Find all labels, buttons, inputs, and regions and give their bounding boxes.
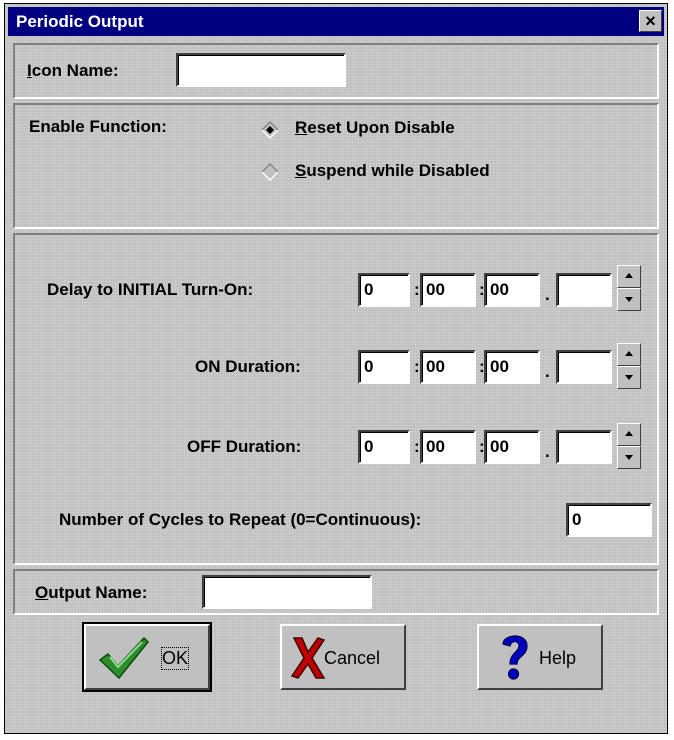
cycles-label: Number of Cycles to Repeat (0=Continuous… [59, 510, 422, 529]
off-duration-label: OFF Duration: [187, 437, 302, 456]
delay-hours-input[interactable]: 0 [358, 273, 410, 307]
timers-panel: Delay to INITIAL Turn-On: 0 : 00 : 00 . … [13, 233, 659, 565]
on-minutes-input[interactable]: 00 [420, 350, 476, 384]
spin-up-button[interactable] [617, 343, 641, 366]
spin-up-button[interactable] [617, 423, 641, 446]
off-duration-spinner[interactable] [617, 423, 641, 469]
delay-spinner[interactable] [617, 265, 641, 311]
spin-up-button[interactable] [617, 265, 641, 288]
dialog-window: Periodic Output × Icon Name: Enable Func… [4, 3, 668, 734]
off-minutes-input[interactable]: 00 [420, 430, 476, 464]
check-icon [98, 636, 150, 680]
cycles-input[interactable]: 0 [566, 503, 652, 537]
radio-suspend-while-disabled[interactable] [261, 163, 279, 181]
arrow-up-icon [625, 351, 633, 356]
radio-reset-upon-disable[interactable] [261, 121, 279, 139]
ok-label: OK [160, 647, 190, 670]
question-mark-icon [502, 635, 528, 680]
icon-name-label: Icon Name: [27, 61, 119, 80]
dot-separator: . [545, 362, 550, 381]
arrow-down-icon [625, 375, 633, 380]
suspend-while-disabled-label[interactable]: Suspend while Disabled [295, 161, 490, 181]
delay-initial-label: Delay to INITIAL Turn-On: [47, 280, 254, 299]
output-name-label: Output Name: [35, 583, 148, 602]
delay-fraction-input[interactable] [556, 273, 612, 307]
off-fraction-input[interactable] [556, 430, 612, 464]
on-duration-spinner[interactable] [617, 343, 641, 389]
ok-button[interactable]: OK [82, 622, 212, 692]
colon-separator: : [414, 357, 420, 376]
output-name-panel: Output Name: [13, 569, 659, 615]
delay-minutes-input[interactable]: 00 [420, 273, 476, 307]
arrow-down-icon [625, 455, 633, 460]
x-mark-icon [290, 637, 326, 679]
window-title: Periodic Output [16, 12, 144, 31]
on-duration-label: ON Duration: [195, 357, 301, 376]
icon-name-input[interactable] [176, 53, 346, 87]
enable-function-panel: Enable Function: Reset Upon Disable Susp… [13, 103, 659, 229]
help-label: Help [539, 648, 577, 668]
help-button[interactable]: Help [477, 624, 603, 690]
off-hours-input[interactable]: 0 [358, 430, 410, 464]
output-name-input[interactable] [202, 575, 372, 609]
close-button[interactable]: × [639, 10, 662, 32]
arrow-up-icon [625, 431, 633, 436]
dot-separator: . [545, 442, 550, 461]
on-fraction-input[interactable] [556, 350, 612, 384]
icon-name-panel: Icon Name: [13, 43, 659, 99]
enable-function-label: Enable Function: [29, 117, 167, 136]
dot-separator: . [545, 285, 550, 304]
spin-down-button[interactable] [617, 366, 641, 389]
spin-down-button[interactable] [617, 288, 641, 311]
colon-separator: : [414, 280, 420, 299]
cancel-label: Cancel [324, 648, 381, 668]
delay-seconds-input[interactable]: 00 [484, 273, 540, 307]
cancel-button[interactable]: Cancel [280, 624, 406, 690]
off-seconds-input[interactable]: 00 [484, 430, 540, 464]
close-icon: × [645, 11, 656, 31]
spin-down-button[interactable] [617, 446, 641, 469]
colon-separator: : [414, 437, 420, 456]
title-bar[interactable]: Periodic Output × [8, 7, 664, 36]
on-hours-input[interactable]: 0 [358, 350, 410, 384]
arrow-up-icon [625, 273, 633, 278]
arrow-down-icon [625, 297, 633, 302]
reset-upon-disable-label[interactable]: Reset Upon Disable [295, 118, 455, 138]
on-seconds-input[interactable]: 00 [484, 350, 540, 384]
